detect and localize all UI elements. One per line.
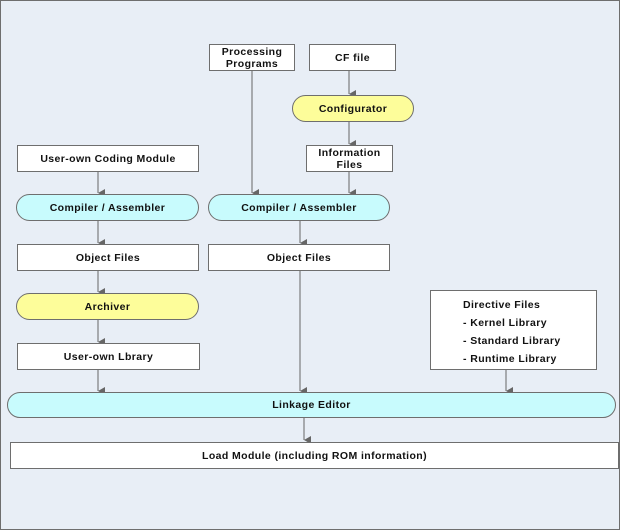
directive-item-kernel: - Kernel Library: [463, 317, 548, 329]
compiler-right-node[interactable]: Compiler / Assembler: [208, 194, 390, 221]
user-coding-module-node[interactable]: User-own Coding Module: [17, 145, 199, 172]
archiver-label: Archiver: [84, 300, 131, 313]
processing-programs-line1: Processing: [221, 45, 283, 58]
directive-files-title: Directive Files: [463, 299, 541, 311]
configurator-label: Configurator: [318, 102, 388, 115]
compiler-left-node[interactable]: Compiler / Assembler: [16, 194, 199, 221]
cf-file-label: CF file: [335, 51, 370, 64]
archiver-node[interactable]: Archiver: [16, 293, 199, 320]
object-files-right-node[interactable]: Object Files: [208, 244, 390, 271]
user-coding-module-label: User-own Coding Module: [40, 152, 176, 165]
directive-item-runtime: - Runtime Library: [463, 353, 557, 365]
processing-programs-node[interactable]: Processing Programs: [209, 44, 295, 71]
information-files-node[interactable]: Information Files: [306, 145, 393, 172]
object-files-left-node[interactable]: Object Files: [17, 244, 199, 271]
diagram-canvas: Processing Programs CF file Configurator…: [0, 0, 620, 530]
user-library-node[interactable]: User-own Lbrary: [17, 343, 200, 370]
object-files-right-label: Object Files: [266, 251, 332, 264]
compiler-right-label: Compiler / Assembler: [241, 201, 357, 214]
cf-file-node[interactable]: CF file: [309, 44, 396, 71]
user-library-label: User-own Lbrary: [63, 350, 154, 363]
object-files-left-label: Object Files: [75, 251, 141, 264]
processing-programs-line2: Programs: [225, 57, 279, 70]
linkage-editor-node[interactable]: Linkage Editor: [7, 392, 616, 418]
load-module-node[interactable]: Load Module (including ROM information): [10, 442, 619, 469]
directive-files-node[interactable]: Directive Files - Kernel Library - Stand…: [430, 290, 597, 370]
directive-item-standard: - Standard Library: [463, 335, 561, 347]
linkage-editor-label: Linkage Editor: [272, 399, 351, 411]
configurator-node[interactable]: Configurator: [292, 95, 414, 122]
load-module-label: Load Module (including ROM information): [202, 449, 427, 462]
information-files-line2: Files: [336, 158, 363, 171]
information-files-line1: Information: [318, 146, 381, 159]
compiler-left-label: Compiler / Assembler: [49, 201, 166, 214]
